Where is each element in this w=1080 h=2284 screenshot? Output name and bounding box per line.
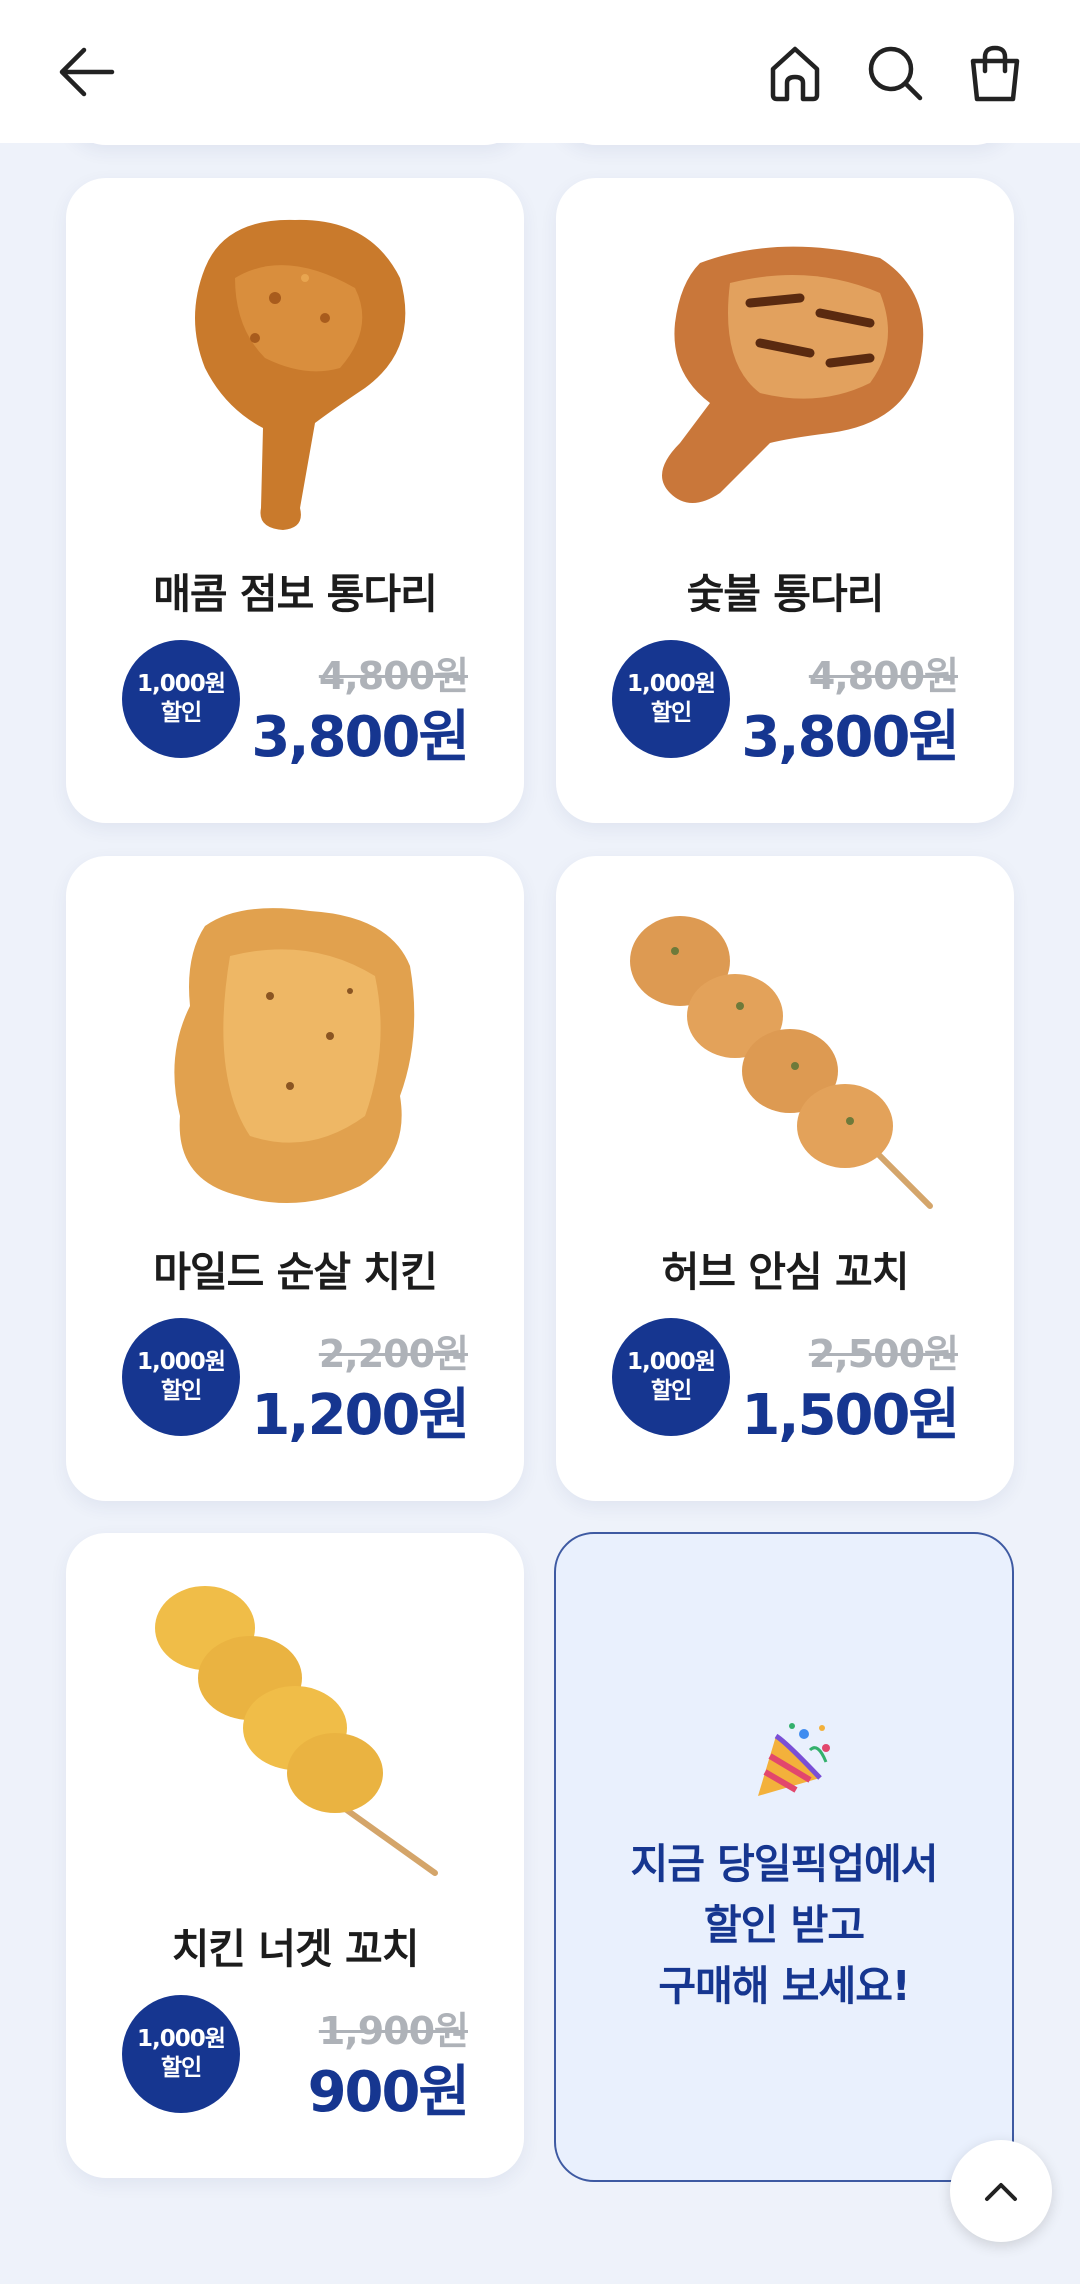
discount-label: 할인 <box>650 1378 692 1404</box>
shopping-bag-icon <box>970 45 1020 102</box>
promo-message: 지금 당일픽업에서 할인 받고 구매해 보세요! <box>556 1834 1012 2017</box>
discount-label: 할인 <box>650 700 692 726</box>
discount-badge: 1,000원 할인 <box>612 640 730 758</box>
charcoal-drumstick-image <box>662 246 924 504</box>
discount-amount: 1,000원 <box>137 2026 226 2052</box>
discount-amount: 1,000원 <box>137 1349 226 1375</box>
discount-badge: 1,000원 할인 <box>612 1318 730 1436</box>
product-name: 숯불 통다리 <box>686 570 885 618</box>
promo-line: 구매해 보세요! <box>658 1962 910 2010</box>
discount-label: 할인 <box>160 700 202 726</box>
product-card[interactable]: 허브 안심 꼬치 1,000원 할인 2,500원 1,500원 <box>556 856 1014 1501</box>
chicken-nugget-skewer-image <box>155 1586 438 1876</box>
sale-price: 1,200원 <box>251 1383 470 1448</box>
search-icon <box>868 46 923 101</box>
discount-amount: 1,000원 <box>627 1349 716 1375</box>
spicy-jumbo-drumstick-image <box>195 219 406 530</box>
home-icon <box>770 46 820 102</box>
product-name: 허브 안심 꼬치 <box>661 1248 910 1296</box>
sale-price: 1,500원 <box>741 1383 960 1448</box>
product-name: 매콤 점보 통다리 <box>153 570 438 618</box>
herb-tenderloin-skewer-image <box>630 916 933 1209</box>
pickup-promo-card[interactable]: 지금 당일픽업에서 할인 받고 구매해 보세요! <box>554 1532 1014 2182</box>
product-name: 치킨 너겟 꼬치 <box>171 1925 420 1973</box>
product-card[interactable]: 마일드 순살 치킨 1,000원 할인 2,200원 1,200원 <box>66 856 524 1501</box>
product-card[interactable]: 매콤 점보 통다리 1,000원 할인 4,800원 3,800원 <box>66 178 524 823</box>
sale-price: 900원 <box>307 2060 470 2125</box>
scroll-to-top-button[interactable] <box>950 2140 1052 2242</box>
chevron-up-icon <box>985 2183 1017 2201</box>
mild-boneless-chicken-image <box>174 908 415 1204</box>
discount-label: 할인 <box>160 1378 202 1404</box>
discount-badge: 1,000원 할인 <box>122 640 240 758</box>
product-card[interactable]: 숯불 통다리 1,000원 할인 4,800원 3,800원 <box>556 178 1014 823</box>
back-button[interactable] <box>50 40 120 104</box>
promo-line: 지금 당일픽업에서 <box>630 1840 938 1888</box>
product-name: 마일드 순살 치킨 <box>153 1248 438 1296</box>
home-button[interactable] <box>762 40 828 106</box>
discount-badge: 1,000원 할인 <box>122 1995 240 2113</box>
top-nav-bar <box>0 0 1080 143</box>
discount-badge: 1,000원 할인 <box>122 1318 240 1436</box>
arrow-left-icon <box>59 47 115 97</box>
discount-amount: 1,000원 <box>627 671 716 697</box>
sale-price: 3,800원 <box>251 705 470 770</box>
promo-line: 할인 받고 <box>703 1901 865 1949</box>
product-card[interactable]: 치킨 너겟 꼬치 1,000원 할인 1,900원 900원 <box>66 1533 524 2178</box>
party-popper-icon <box>758 1723 830 1796</box>
discount-label: 할인 <box>160 2055 202 2081</box>
sale-price: 3,800원 <box>741 705 960 770</box>
search-button[interactable] <box>862 40 928 106</box>
cart-button[interactable] <box>962 40 1028 106</box>
discount-amount: 1,000원 <box>137 671 226 697</box>
